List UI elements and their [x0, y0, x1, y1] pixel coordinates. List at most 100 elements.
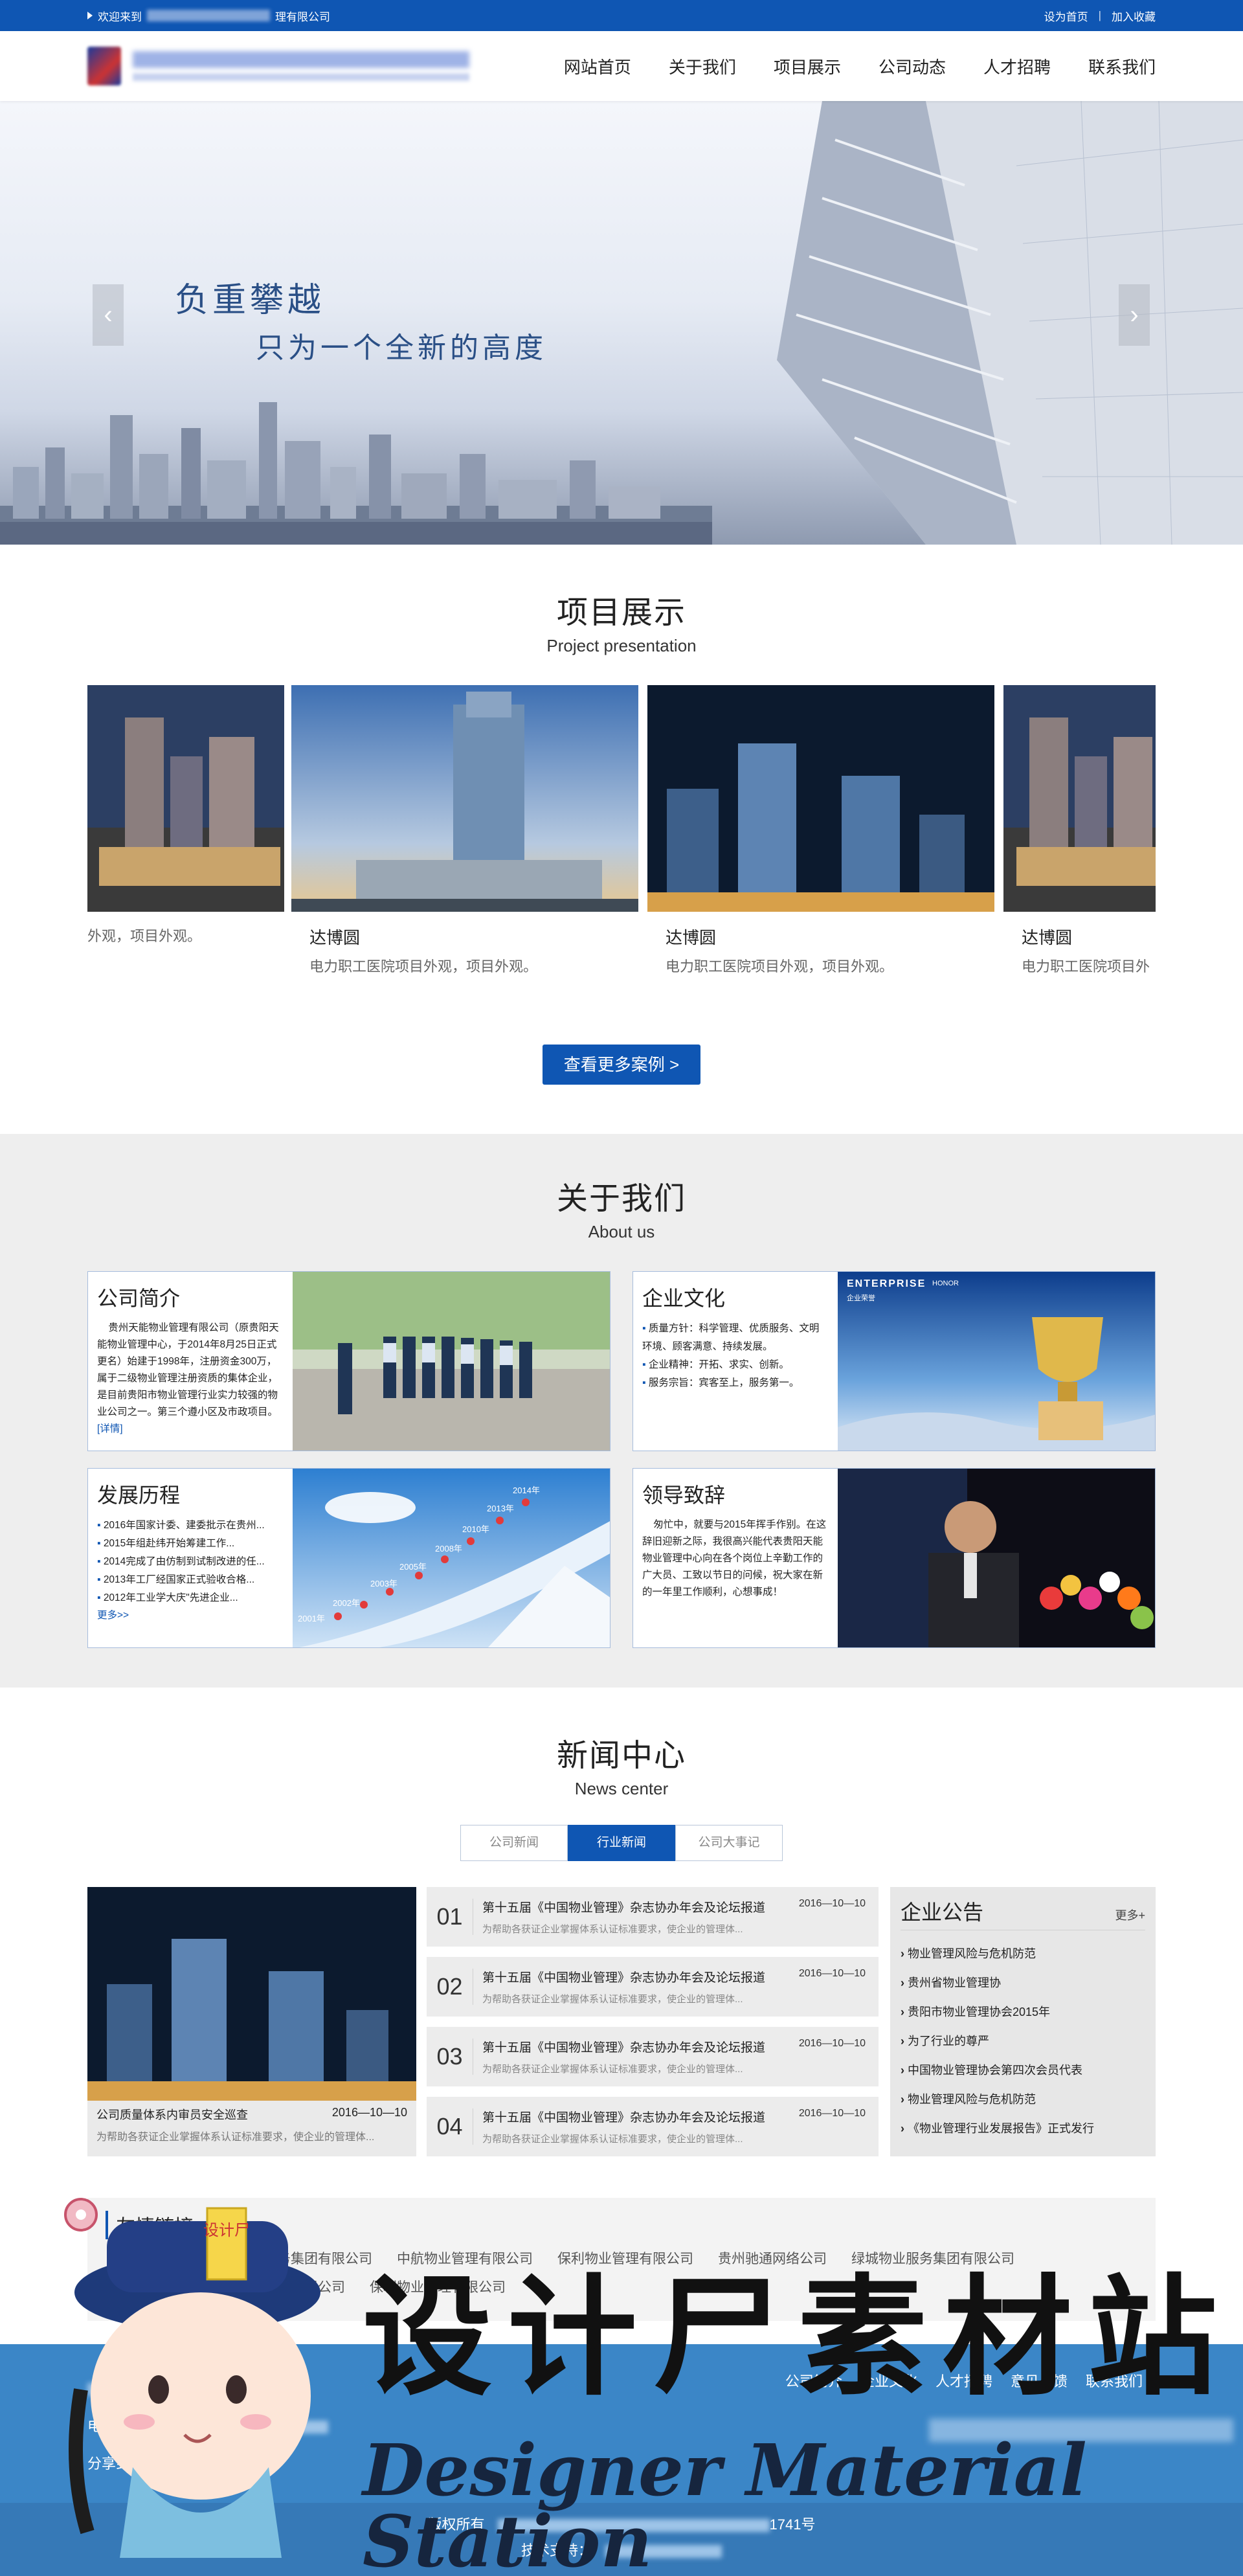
- project-desc: 电力职工医院项目外观，项目外观。: [666, 958, 894, 975]
- project-image: [647, 685, 994, 912]
- notice-item[interactable]: 贵阳市物业管理协会2015年: [901, 1998, 1145, 2027]
- tab-company-news[interactable]: 公司新闻: [460, 1825, 568, 1861]
- tab-industry-news[interactable]: 行业新闻: [568, 1825, 675, 1861]
- notice-item[interactable]: 为了行业的尊严: [901, 2027, 1145, 2056]
- news-item-date: 2016—10—10: [798, 2108, 866, 2119]
- banner-prev-button[interactable]: ‹: [93, 284, 124, 346]
- add-favorite-link[interactable]: 加入收藏: [1112, 8, 1156, 24]
- culture-item: 服务宗旨：宾客至上，服务第一。: [642, 1374, 829, 1392]
- nav-jobs[interactable]: 人才招聘: [983, 54, 1051, 78]
- project-card[interactable]: 达博圆 电力职工医院项目外: [1003, 685, 1156, 976]
- project-name: 达博圆: [666, 928, 717, 947]
- history-item[interactable]: 2015年组赴纬开始筹建工作...: [97, 1535, 284, 1553]
- mascot-watermark-image: 设计尸: [64, 2198, 320, 2558]
- security-team-image: [293, 1272, 610, 1451]
- honor-label: HONOR: [932, 1280, 959, 1287]
- project-card[interactable]: 达博圆 电力职工医院项目外观，项目外观。: [647, 685, 994, 976]
- leader-speech-image: [838, 1469, 1155, 1647]
- timeline-year: 2001年: [298, 1614, 325, 1623]
- project-image: [87, 685, 284, 912]
- nav-home[interactable]: 网站首页: [564, 54, 631, 78]
- about-card-intro[interactable]: 公司简介 贵州天能物业管理有限公司（原贵阳天能物业管理中心，于2014年8月25…: [87, 1271, 610, 1451]
- mascot-badge-text: 设计尸: [203, 2221, 250, 2239]
- banner-next-button[interactable]: ›: [1119, 284, 1150, 346]
- set-home-link[interactable]: 设为首页: [1044, 8, 1088, 24]
- nav-projects[interactable]: 项目展示: [774, 54, 841, 78]
- news-item[interactable]: 01 第十五届《中国物业管理》杂志协办年会及论坛报道 2016—10—10 为帮助…: [427, 1887, 879, 1947]
- tab-milestones[interactable]: 公司大事记: [675, 1825, 783, 1861]
- triangle-right-icon: [87, 12, 93, 19]
- news-tabs: 公司新闻 行业新闻 公司大事记: [0, 1825, 1243, 1861]
- timeline-year: 2008年: [435, 1544, 462, 1554]
- watermark-en-text: Designer Material Station: [363, 2428, 1087, 2576]
- news-item-number: 02: [427, 1969, 473, 2005]
- history-item[interactable]: 2012年工业学大庆"先进企业...: [97, 1589, 284, 1607]
- notice-title: 企业公告: [901, 1901, 984, 1924]
- projects-section: 项目展示 Project presentation 外观，项目外观。 达博圆 电…: [0, 545, 1243, 1134]
- news-feature-card[interactable]: 公司质量体系内审员安全巡查 2016—10—10 为帮助各获证企业掌握体系认证标准…: [87, 1887, 416, 2156]
- notice-item[interactable]: 物业管理风险与危机防范: [901, 1939, 1145, 1969]
- notice-item[interactable]: 中国物业管理协会第四次会员代表: [901, 2056, 1145, 2085]
- projects-carousel: 外观，项目外观。 达博圆 电力职工医院项目外观，项目外观。 达博圆 电力职工医院…: [87, 685, 1156, 989]
- separator: |: [1098, 9, 1101, 21]
- notice-more-link[interactable]: 更多+: [1115, 1906, 1145, 1923]
- news-feature-date: 2016—10—10: [331, 2106, 407, 2119]
- news-subtitle: News center: [574, 1779, 669, 1798]
- history-more-link[interactable]: 更多>>: [97, 1607, 284, 1621]
- logo-mark-icon: [87, 47, 121, 85]
- news-item-desc: 为帮助各获证企业掌握体系认证标准要求，使企业的管理体...: [482, 1994, 743, 2005]
- about-subtitle: About us: [588, 1222, 655, 1241]
- notice-item[interactable]: 物业管理风险与危机防范: [901, 2085, 1145, 2114]
- culture-list: 质量方针：科学管理、优质服务、文明环境、顾客满意、持续发展。 企业精神：开拓、求…: [642, 1320, 829, 1392]
- hero-banner: 负重攀越 只为一个全新的高度 ‹ ›: [0, 101, 1243, 545]
- news-item-title: 第十五届《中国物业管理》杂志协办年会及论坛报道: [482, 2041, 766, 2055]
- chevron-right-icon: ›: [1130, 300, 1139, 329]
- news-item[interactable]: 02 第十五届《中国物业管理》杂志协办年会及论坛报道 2016—10—10 为帮助…: [427, 1957, 879, 2017]
- history-item[interactable]: 2016年国家计委、建委批示在贵州...: [97, 1517, 284, 1535]
- news-item-desc: 为帮助各获证企业掌握体系认证标准要求，使企业的管理体...: [482, 1924, 743, 1935]
- notice-item[interactable]: 贵州省物业管理协: [901, 1969, 1145, 1998]
- news-item-date: 2016—10—10: [798, 1968, 866, 1979]
- history-item[interactable]: 2014完成了由仿制到试制改进的任...: [97, 1553, 284, 1571]
- site-logo[interactable]: [87, 47, 469, 85]
- project-card[interactable]: 外观，项目外观。: [87, 685, 284, 945]
- banner-slogan-primary: 负重攀越: [175, 282, 326, 319]
- leader-body: 匆忙中，就要与2015年挥手作别。在这辞旧迎新之际，我很高兴能代表贵阳天能物业管…: [642, 1519, 827, 1598]
- about-card-leader[interactable]: 领导致辞 匆忙中，就要与2015年挥手作别。在这辞旧迎新之际，我很高兴能代表贵阳…: [633, 1468, 1156, 1648]
- news-feature-image: [87, 1887, 416, 2101]
- news-title: 新闻中心: [556, 1739, 686, 1773]
- welcome-prefix: 欢迎来到: [98, 10, 142, 23]
- news-item[interactable]: 04 第十五届《中国物业管理》杂志协办年会及论坛报道 2016—10—10 为帮助…: [427, 2097, 879, 2156]
- nav-news[interactable]: 公司动态: [879, 54, 946, 78]
- intro-detail-link[interactable]: [详情]: [97, 1423, 123, 1434]
- intro-title: 公司简介: [97, 1287, 181, 1310]
- history-list: 2016年国家计委、建委批示在贵州... 2015年组赴纬开始筹建工作... 2…: [97, 1517, 284, 1607]
- more-cases-button[interactable]: 查看更多案例 >: [543, 1045, 700, 1085]
- intro-body: 贵州天能物业管理有限公司（原贵阳天能物业管理中心，于2014年8月25日正式更名…: [97, 1322, 279, 1434]
- nav-about[interactable]: 关于我们: [669, 54, 736, 78]
- timeline-year: 2013年: [487, 1504, 514, 1513]
- notice-item[interactable]: 《物业管理行业发展报告》正式发行: [901, 2114, 1145, 2143]
- enterprise-label: ENTERPRISE: [847, 1278, 926, 1289]
- news-item[interactable]: 03 第十五届《中国物业管理》杂志协办年会及论坛报道 2016—10—10 为帮助…: [427, 2027, 879, 2086]
- project-name: 达博圆: [309, 928, 361, 947]
- culture-title: 企业文化: [642, 1287, 726, 1310]
- blurred-company-name: [147, 10, 270, 21]
- news-item-desc: 为帮助各获证企业掌握体系认证标准要求，使企业的管理体...: [482, 2134, 743, 2145]
- about-card-history[interactable]: 发展历程 2016年国家计委、建委批示在贵州... 2015年组赴纬开始筹建工作…: [87, 1468, 610, 1648]
- history-item[interactable]: 2013年工厂经国家正式验收合格...: [97, 1571, 284, 1589]
- news-feature-desc: 为帮助各获证企业掌握体系认证标准要求，使企业的管理体...: [96, 2132, 375, 2143]
- project-card[interactable]: 达博圆 电力职工医院项目外观，项目外观。: [291, 685, 638, 976]
- about-card-culture[interactable]: 企业文化 质量方针：科学管理、优质服务、文明环境、顾客满意、持续发展。 企业精神…: [633, 1271, 1156, 1451]
- nav-contact[interactable]: 联系我们: [1088, 54, 1156, 78]
- welcome-suffix: 理有限公司: [275, 10, 330, 23]
- chevron-left-icon: ‹: [104, 300, 113, 329]
- top-bar: 欢迎来到 理有限公司 设为首页 | 加入收藏: [0, 0, 1243, 31]
- leader-title: 领导致辞: [642, 1484, 726, 1507]
- news-item-title: 第十五届《中国物业管理》杂志协办年会及论坛报道: [482, 1901, 766, 1915]
- news-item-desc: 为帮助各获证企业掌握体系认证标准要求，使企业的管理体...: [482, 2064, 743, 2075]
- main-nav: 网站首页 关于我们 项目展示 公司动态 人才招聘 联系我们: [564, 54, 1156, 78]
- projects-subtitle: Project presentation: [546, 636, 697, 655]
- notice-panel: 企业公告 更多+ 物业管理风险与危机防范 贵州省物业管理协 贵阳市物业管理协会2…: [890, 1887, 1156, 2156]
- news-item-number: 04: [427, 2108, 473, 2145]
